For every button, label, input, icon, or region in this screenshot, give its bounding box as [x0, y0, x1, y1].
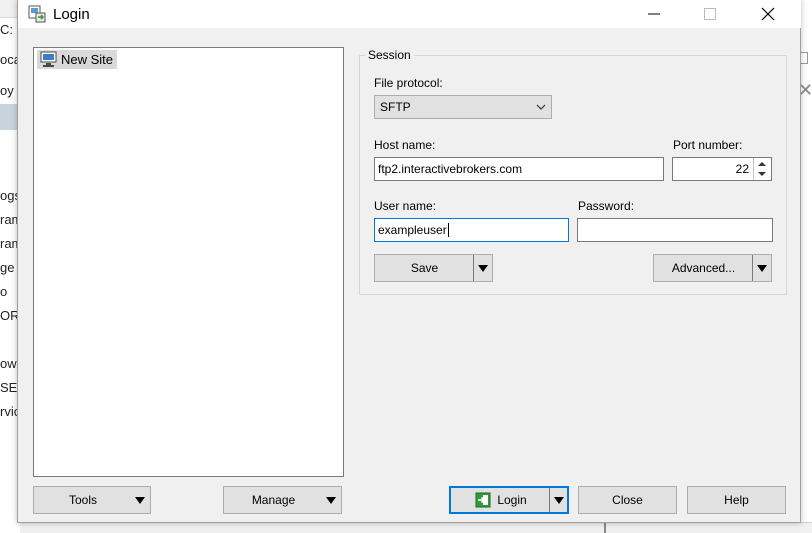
host-name-value: ftp2.interactivebrokers.com [378, 162, 523, 176]
window-title: Login [53, 6, 90, 23]
help-button-label: Help [724, 493, 749, 507]
tools-button-label: Tools [68, 493, 97, 507]
close-window-button[interactable] [745, 0, 791, 28]
spin-down-icon[interactable] [757, 170, 767, 178]
help-button[interactable]: Help [687, 486, 786, 514]
login-button-content: Login [451, 492, 551, 508]
file-protocol-select[interactable]: SFTP [374, 95, 552, 119]
close-button[interactable]: Close [578, 486, 677, 514]
tools-button[interactable]: Tools [33, 486, 151, 514]
background-window-box [800, 52, 808, 64]
password-field[interactable] [577, 218, 773, 242]
app-icon [28, 5, 46, 23]
background-divider [604, 522, 606, 533]
port-number-label: Port number: [673, 138, 743, 152]
tree-item-new-site[interactable]: New Site [37, 50, 118, 69]
login-icon [475, 492, 491, 508]
port-number-spinner[interactable] [753, 158, 770, 180]
chevron-down-icon [536, 104, 546, 110]
tree-item-label: New Site [61, 52, 114, 67]
port-number-value: 22 [735, 162, 749, 176]
file-protocol-value: SFTP [380, 100, 411, 114]
maximize-button [687, 0, 733, 28]
minimize-icon [648, 13, 660, 15]
dropdown-arrow-icon[interactable] [478, 265, 488, 272]
maximize-icon [704, 8, 716, 20]
file-protocol-label: File protocol: [374, 76, 443, 90]
dropdown-arrow-icon[interactable] [554, 497, 564, 504]
dropdown-arrow-icon [326, 497, 336, 504]
user-name-field[interactable]: exampleuser [374, 218, 569, 242]
site-tree[interactable]: New Site [33, 47, 344, 477]
dropdown-arrow-icon[interactable] [757, 265, 767, 272]
login-button-label: Login [497, 493, 527, 507]
user-name-label: User name: [374, 199, 437, 213]
host-name-label: Host name: [374, 138, 436, 152]
text-caret [447, 223, 449, 237]
advanced-button-label: Advanced... [671, 261, 736, 275]
host-name-field[interactable]: ftp2.interactivebrokers.com [374, 157, 664, 181]
password-label: Password: [578, 199, 635, 213]
dropdown-arrow-icon [135, 497, 145, 504]
user-name-value: exampleuser [378, 223, 447, 237]
computer-site-icon [40, 51, 57, 67]
save-button-label: Save [410, 261, 439, 275]
close-icon [761, 7, 775, 21]
manage-button-label: Manage [251, 493, 296, 507]
title-bar[interactable]: Login [18, 0, 801, 28]
session-group-label: Session [365, 48, 414, 62]
close-button-label: Close [612, 493, 643, 507]
spin-up-icon[interactable] [757, 160, 767, 168]
save-button[interactable]: Save [374, 254, 493, 282]
login-button[interactable]: Login [449, 486, 569, 514]
minimize-button[interactable] [631, 0, 677, 28]
login-dialog: Login New Site Session File protocol: SF… [17, 0, 801, 523]
background-statusbar [20, 522, 812, 533]
button-split [549, 488, 550, 512]
button-split [752, 255, 753, 281]
button-split [473, 255, 474, 281]
manage-button[interactable]: Manage [223, 486, 342, 514]
advanced-button[interactable]: Advanced... [653, 254, 772, 282]
